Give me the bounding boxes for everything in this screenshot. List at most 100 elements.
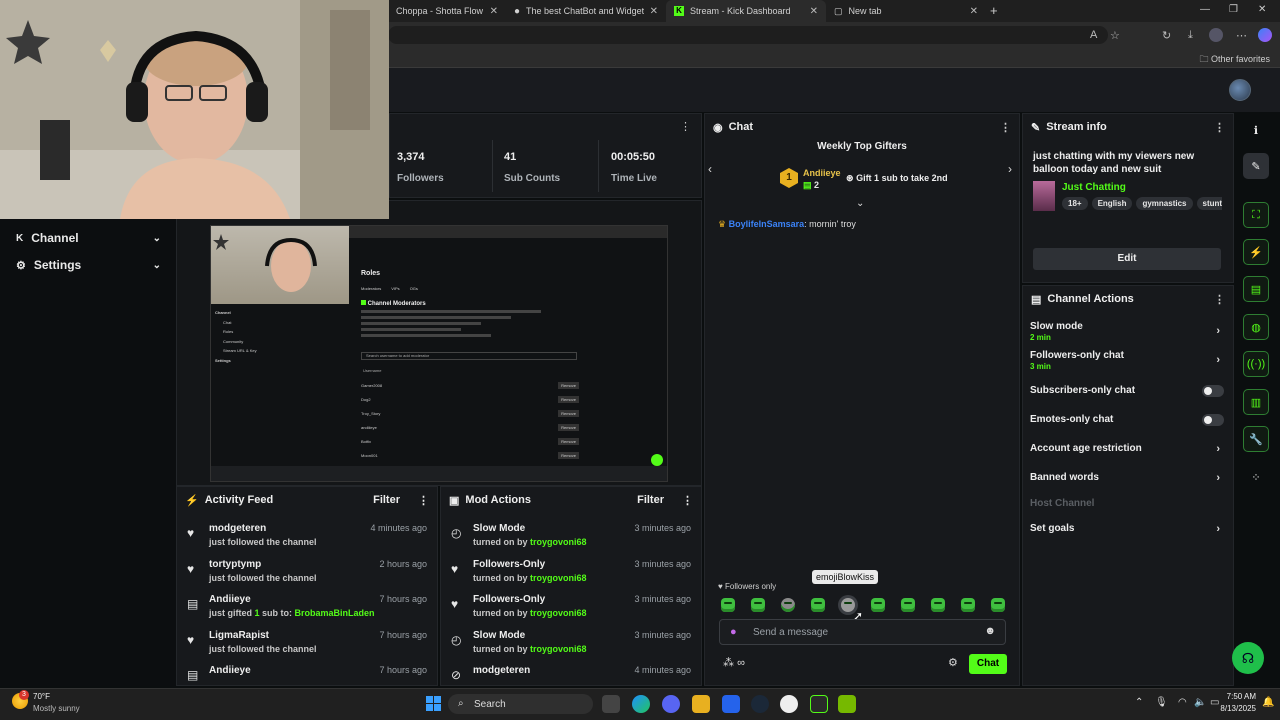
chevron-right-icon[interactable]: › <box>1216 354 1220 366</box>
chat-points-indicator[interactable]: ⁂ ∞ <box>723 656 745 669</box>
emote-icon[interactable] <box>751 598 765 612</box>
more-options-icon[interactable]: ⋮ <box>1214 121 1225 134</box>
more-options-icon[interactable]: ⋮ <box>418 494 429 507</box>
chevron-right-icon[interactable]: › <box>1216 325 1220 337</box>
nav-channel[interactable]: K Channel ⌄ <box>16 231 161 245</box>
url-input[interactable] <box>388 26 1108 44</box>
favorite-star-icon[interactable]: ☆ <box>1110 29 1120 42</box>
document-icon[interactable]: ▤ <box>1243 276 1269 302</box>
chevron-down-icon[interactable]: ⌄ <box>153 260 161 271</box>
more-options-icon[interactable]: ⋮ <box>682 494 693 507</box>
store-icon[interactable] <box>722 695 740 713</box>
emote-icon[interactable] <box>961 598 975 612</box>
clock-date[interactable]: 8/13/2025 <box>1220 704 1256 713</box>
close-tab-icon[interactable]: ✕ <box>650 6 658 17</box>
gift-target[interactable]: BrobamaBinLaden <box>295 608 375 618</box>
browser-tab-chatbot[interactable]: ● The best ChatBot and Widgets fo ✕ <box>506 0 666 22</box>
lightning-icon[interactable]: ⚡ <box>1243 239 1269 265</box>
info-icon[interactable]: ℹ <box>1243 117 1269 143</box>
chat-input-placeholder[interactable]: Send a message <box>753 627 828 638</box>
task-view-icon[interactable] <box>602 695 620 713</box>
microphone-icon[interactable]: ● <box>730 626 737 638</box>
emote-icon[interactable] <box>811 598 825 612</box>
clip-icon[interactable]: ⛶ <box>1243 202 1269 228</box>
tray-chevron-up-icon[interactable]: ⌃ <box>1135 697 1143 708</box>
more-options-icon[interactable]: ⋮ <box>1214 293 1225 306</box>
edge-icon[interactable] <box>632 695 650 713</box>
chat-input-box[interactable]: ● Send a message ☻ <box>719 619 1006 645</box>
browser-tab-new[interactable]: ▢ New tab ✕ <box>826 0 986 22</box>
steam-icon[interactable] <box>751 695 769 713</box>
mod-filter-button[interactable]: Filter <box>637 494 664 506</box>
read-aloud-icon[interactable]: A <box>1090 29 1097 41</box>
collapse-gifters-icon[interactable]: ⌄ <box>856 198 864 209</box>
tag[interactable]: stunt <box>1196 197 1222 210</box>
activity-user[interactable]: Andiieye <box>209 594 251 605</box>
emote-icon[interactable] <box>991 598 1005 612</box>
close-window-icon[interactable]: ✕ <box>1258 4 1266 15</box>
chevron-right-icon[interactable]: › <box>1216 472 1220 484</box>
chevron-right-icon[interactable]: › <box>1216 443 1220 455</box>
prev-gifter-chevron-left-icon[interactable]: ‹ <box>708 162 712 176</box>
category-thumbnail[interactable] <box>1033 181 1055 211</box>
set-goals-row[interactable]: Set goals › <box>1030 523 1226 535</box>
chevron-right-icon[interactable]: › <box>1216 523 1220 535</box>
user-avatar[interactable] <box>1229 79 1251 101</box>
emote-icon[interactable] <box>781 598 795 612</box>
stream-preview[interactable]: Roles Moderators VIPs OGs Channel Modera… <box>210 225 668 482</box>
activity-user[interactable]: modgeteren <box>209 523 266 534</box>
discord-icon[interactable] <box>662 695 680 713</box>
kick-app-icon[interactable] <box>810 695 828 713</box>
activity-user[interactable]: Andiieye <box>209 665 251 676</box>
gift-cta[interactable]: ⊛ Gift 1 sub to take 2nd <box>846 173 948 184</box>
mod-action-user[interactable]: troygovoni68 <box>530 644 587 654</box>
weather-temp[interactable]: 70°F <box>33 692 50 701</box>
chat-username[interactable]: BoylifeInSamsara <box>729 219 805 229</box>
tag[interactable]: 18+ <box>1062 197 1088 210</box>
profile-avatar[interactable] <box>1209 28 1223 42</box>
emote-icon[interactable] <box>721 598 735 612</box>
close-tab-icon[interactable]: ✕ <box>810 6 818 17</box>
more-options-icon[interactable]: ⋮ <box>680 120 691 133</box>
banned-words-row[interactable]: Banned words › <box>1030 472 1226 484</box>
emote-icon[interactable] <box>871 598 885 612</box>
clock-time[interactable]: 7:50 AM <box>1226 692 1256 701</box>
battery-icon[interactable]: ▭ <box>1210 697 1219 708</box>
weather-desc[interactable]: Mostly sunny <box>33 704 80 713</box>
chevron-down-icon[interactable]: ⌄ <box>153 233 161 244</box>
new-tab-button[interactable]: + <box>990 3 998 18</box>
minimize-icon[interactable]: — <box>1200 4 1210 15</box>
tag[interactable]: English <box>1091 197 1133 210</box>
more-menu-icon[interactable]: ⋯ <box>1236 29 1247 42</box>
microphone-tray-icon[interactable]: 🎙 <box>1155 697 1168 708</box>
more-options-icon[interactable]: ⋮ <box>1000 121 1011 134</box>
copilot-icon[interactable] <box>1258 28 1272 42</box>
volume-icon[interactable]: 🔈 <box>1194 697 1206 708</box>
emote-icon[interactable] <box>931 598 945 612</box>
activity-filter-button[interactable]: Filter <box>373 494 400 506</box>
other-favorites[interactable]: 🗀 Other favorites <box>1199 52 1270 68</box>
category-link[interactable]: Just Chatting <box>1062 182 1126 193</box>
maximize-icon[interactable]: ❐ <box>1229 4 1238 15</box>
windows-start-icon[interactable] <box>426 696 441 711</box>
account-age-row[interactable]: Account age restriction › <box>1030 443 1226 455</box>
nav-settings[interactable]: ⚙ Settings ⌄ <box>16 258 161 272</box>
chat-settings-gear-icon[interactable]: ⚙ <box>948 656 958 669</box>
history-icon[interactable]: ↻ <box>1162 29 1171 42</box>
layout-icon[interactable]: ▥ <box>1243 389 1269 415</box>
gifter-name[interactable]: Andiieye <box>803 168 841 178</box>
obs-like-icon[interactable] <box>780 695 798 713</box>
next-gifter-chevron-right-icon[interactable]: › <box>1008 162 1012 176</box>
chat-send-button[interactable]: Chat <box>969 654 1007 674</box>
support-headset-icon[interactable]: ☊ <box>1232 642 1264 674</box>
browser-tab-choppa[interactable]: Choppa - Shotta Flow Remix ✕ <box>388 0 506 22</box>
mod-action-user[interactable]: troygovoni68 <box>530 573 587 583</box>
emotes-only-toggle[interactable] <box>1202 414 1224 426</box>
activity-user[interactable]: LigmaRapist <box>209 630 269 641</box>
close-tab-icon[interactable]: ✕ <box>490 6 498 17</box>
nvidia-icon[interactable] <box>838 695 856 713</box>
tag[interactable]: gymnastics <box>1136 197 1193 210</box>
subscribers-only-toggle[interactable] <box>1202 385 1224 397</box>
browser-tab-kick-dashboard[interactable]: K Stream - Kick Dashboard ✕ <box>666 0 826 22</box>
notifications-bell-icon[interactable]: 🔔 <box>1262 697 1274 708</box>
